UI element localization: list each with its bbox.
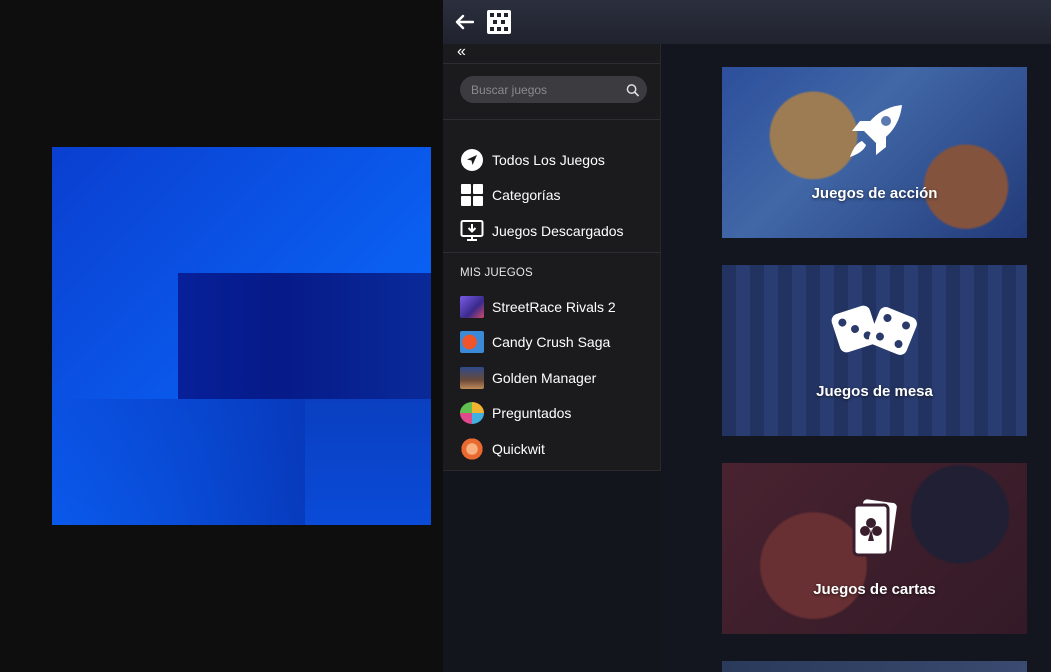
search-box [460,76,647,103]
game-thumbnail [460,437,484,460]
nav-label: Juegos Descargados [492,222,624,239]
card-juegos-de-mesa[interactable]: Juegos de mesa [722,265,1027,436]
back-button[interactable] [453,11,475,33]
card-background [722,661,1027,672]
card-label: Juegos de mesa [816,383,933,400]
dice-logo-icon [487,10,511,34]
game-thumbnail [460,402,484,425]
card-label: Juegos de cartas [813,581,936,598]
card-juegos-de-accion[interactable]: Juegos de acción [722,67,1027,238]
rocket-icon [849,105,902,157]
search-area [443,64,660,120]
game-streetrace-rivals-2[interactable]: StreetRace Rivals 2 [443,289,660,325]
game-golden-manager[interactable]: Golden Manager [443,360,660,396]
dice-icon [831,305,917,355]
arrow-left-icon [455,14,474,30]
app-window: « Todos Los Juegos [443,0,1051,672]
grid-icon [460,183,484,207]
game-thumbnail [460,331,484,354]
main-nav: Todos Los Juegos Categorías Juegos Desca… [443,120,660,253]
nav-label: Categorías [492,187,561,204]
nav-todos-los-juegos[interactable]: Todos Los Juegos [443,142,660,178]
nav-categorias[interactable]: Categorías [443,178,660,214]
card-club-icon [852,499,897,557]
screen: « Todos Los Juegos [0,0,1051,672]
splash-shade [52,399,305,525]
game-thumbnail [460,295,484,318]
nav-label: Todos Los Juegos [492,151,605,168]
game-label: Quickwit [492,440,545,457]
search-input[interactable] [471,82,626,97]
game-label: StreetRace Rivals 2 [492,298,616,315]
section-title: MIS JUEGOS [460,267,533,279]
blue-splash-logo [52,147,431,525]
collapse-sidebar-button[interactable]: « [443,44,660,64]
game-thumbnail [460,366,484,389]
nav-juegos-descargados[interactable]: Juegos Descargados [443,213,660,249]
game-candy-crush-saga[interactable]: Candy Crush Saga [443,325,660,361]
game-preguntados[interactable]: Preguntados [443,396,660,432]
top-bar [443,0,1051,44]
card-juegos-de-cartas[interactable]: Juegos de cartas [722,463,1027,634]
game-label: Preguntados [492,405,572,422]
card-next-partial[interactable] [722,661,1027,672]
search-icon[interactable] [626,83,639,97]
compass-icon [460,148,484,172]
game-label: Candy Crush Saga [492,334,611,351]
mis-juegos-section: MIS JUEGOS StreetRace Rivals 2 Candy Cru… [443,253,660,467]
splash-block-dark [178,273,431,399]
game-label: Golden Manager [492,369,597,386]
sidebar: « Todos Los Juegos [443,44,661,471]
card-label: Juegos de acción [811,185,938,202]
game-quickwit[interactable]: Quickwit [443,431,660,467]
download-monitor-icon [460,219,484,243]
category-cards: Juegos de acción Juegos de mesa Juegos d… [662,44,1051,672]
splash-block-low [305,399,431,525]
